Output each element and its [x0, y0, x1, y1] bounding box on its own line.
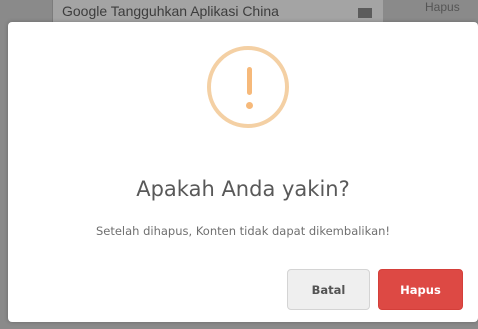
- confirm-dialog: Apakah Anda yakin? Setelah dihapus, Kont…: [8, 22, 478, 322]
- exclamation-icon: [207, 46, 289, 128]
- dialog-message: Setelah dihapus, Konten tidak dapat dike…: [95, 224, 391, 238]
- exclamation-dot: [246, 102, 253, 109]
- background-row-title: Google Tangguhkan Aplikasi China: [62, 3, 279, 19]
- dialog-title: Apakah Anda yakin?: [136, 177, 350, 201]
- background-row-icon: [358, 8, 372, 18]
- cancel-button[interactable]: Batal: [287, 269, 370, 310]
- background-action-text: Hapus: [425, 0, 460, 14]
- delete-button[interactable]: Hapus: [378, 269, 463, 310]
- exclamation-bar: [247, 67, 252, 95]
